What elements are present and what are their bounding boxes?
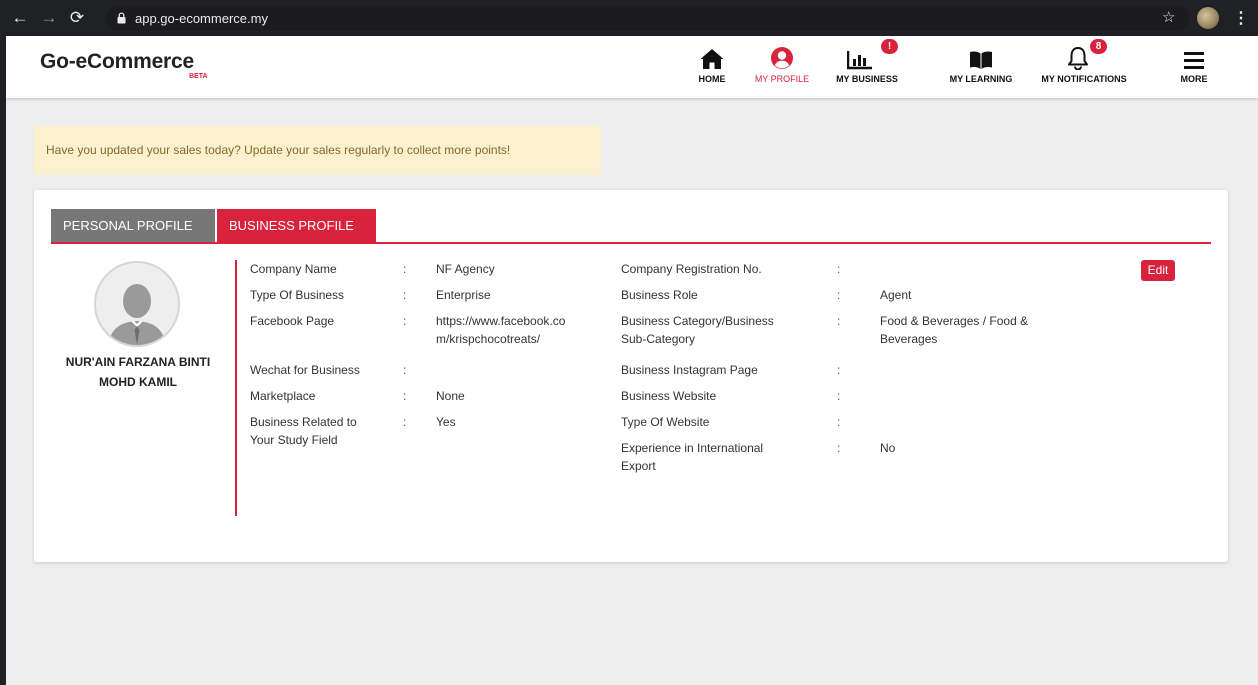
user-name-line2: MOHD KAMIL <box>99 375 177 389</box>
business-badge: ! <box>881 39 898 54</box>
nav-home[interactable]: HOME <box>696 42 728 84</box>
colon: : <box>837 314 841 328</box>
colon: : <box>403 415 407 429</box>
colon: : <box>837 288 841 302</box>
nav-more-label: MORE <box>1180 74 1208 84</box>
nav-home-label: HOME <box>698 74 726 84</box>
colon: : <box>837 415 841 429</box>
colon: : <box>403 389 407 403</box>
address-bar[interactable]: app.go-ecommerce.my <box>105 6 1189 31</box>
business-category-label: Business Category/Business Sub-Category <box>621 312 774 348</box>
business-category-label-line2: Sub-Category <box>621 332 696 346</box>
related-study-label-line2: Your Study Field <box>250 433 338 447</box>
type-of-business-value: Enterprise <box>436 288 491 302</box>
colon: : <box>403 288 407 302</box>
type-of-website-label: Type Of Website <box>621 415 710 429</box>
related-study-label-line1: Business Related to <box>250 415 357 429</box>
wechat-label: Wechat for Business <box>250 363 360 377</box>
related-study-label: Business Related to Your Study Field <box>250 413 357 449</box>
facebook-page-label: Facebook Page <box>250 314 335 328</box>
bell-icon <box>1068 47 1088 70</box>
colon: : <box>403 314 407 328</box>
user-full-name: NUR'AIN FARZANA BINTI MOHD KAMIL <box>54 352 222 392</box>
facebook-page-value-line1: https://www.facebook.co <box>436 314 566 328</box>
profile-card: PERSONAL PROFILE BUSINESS PROFILE NUR'AI… <box>34 190 1228 562</box>
company-name-label: Company Name <box>250 262 337 276</box>
business-website-label: Business Website <box>621 389 717 403</box>
instagram-label: Business Instagram Page <box>621 363 758 377</box>
colon: : <box>403 363 407 377</box>
app-logo[interactable]: Go-eCommerce <box>40 50 194 74</box>
reload-icon[interactable]: ⟳ <box>67 8 87 28</box>
colon: : <box>403 262 407 276</box>
forward-arrow-icon[interactable]: → <box>39 8 59 28</box>
export-experience-label-line1: Experience in International <box>621 441 764 455</box>
avatar <box>94 261 180 347</box>
app-viewport: Go-eCommerce BETA HOME MY PROFILE ! MY B… <box>6 36 1258 685</box>
profile-avatar-icon[interactable] <box>1197 7 1219 29</box>
hamburger-icon <box>1184 52 1204 69</box>
registration-no-label: Company Registration No. <box>621 262 762 276</box>
business-category-value-line1: Food & Beverages / Food & <box>880 314 1029 328</box>
user-name-line1: NUR'AIN FARZANA BINTI <box>65 355 211 369</box>
bookmark-star-icon[interactable]: ☆ <box>1162 8 1175 26</box>
business-category-value-line2: Beverages <box>880 332 938 346</box>
edit-button[interactable]: Edit <box>1141 260 1175 281</box>
home-icon <box>700 49 724 69</box>
colon: : <box>837 262 841 276</box>
lock-icon <box>117 12 126 24</box>
nav-my-profile-label: MY PROFILE <box>754 74 810 84</box>
user-circle-icon <box>771 47 793 69</box>
marketplace-value: None <box>436 389 465 403</box>
back-arrow-icon[interactable]: ← <box>10 8 30 28</box>
beta-tag: BETA <box>189 73 208 80</box>
nav-my-learning-label: MY LEARNING <box>949 74 1013 84</box>
colon: : <box>837 389 841 403</box>
browser-toolbar: ← → ⟳ app.go-ecommerce.my ☆ ⋮ <box>0 0 1258 36</box>
tab-business-profile[interactable]: BUSINESS PROFILE <box>217 209 376 243</box>
browser-menu-icon[interactable]: ⋮ <box>1233 8 1249 28</box>
nav-my-business[interactable]: ! MY BUSINESS <box>833 39 901 84</box>
user-silhouette-icon <box>108 284 166 345</box>
url-text: app.go-ecommerce.my <box>135 11 268 26</box>
nav-more[interactable]: MORE <box>1178 42 1210 84</box>
related-study-value: Yes <box>436 415 456 429</box>
company-name-value: NF Agency <box>436 262 495 276</box>
nav-my-notifications-label: MY NOTIFICATIONS <box>1041 74 1127 84</box>
business-category-value: Food & Beverages / Food & Beverages <box>880 312 1028 348</box>
bar-chart-icon <box>847 51 872 70</box>
nav-my-notifications[interactable]: 8 MY NOTIFICATIONS <box>1039 39 1129 84</box>
notifications-badge: 8 <box>1090 39 1107 54</box>
nav-my-profile[interactable]: MY PROFILE <box>752 42 812 84</box>
app-header: Go-eCommerce BETA HOME MY PROFILE ! MY B… <box>6 36 1258 98</box>
facebook-page-value-line2: m/krispchocotreats/ <box>436 332 541 346</box>
colon: : <box>837 363 841 377</box>
export-experience-label-line2: Export <box>621 459 656 473</box>
business-category-label-line1: Business Category/Business <box>621 314 774 328</box>
facebook-page-value[interactable]: https://www.facebook.co m/krispchocotrea… <box>436 312 565 348</box>
vertical-divider <box>235 260 237 516</box>
export-experience-value: No <box>880 441 896 455</box>
marketplace-label: Marketplace <box>250 389 316 403</box>
tab-personal-profile[interactable]: PERSONAL PROFILE <box>51 209 215 243</box>
nav-my-learning[interactable]: MY LEARNING <box>946 42 1016 84</box>
export-experience-label: Experience in International Export <box>621 439 763 475</box>
business-role-label: Business Role <box>621 288 698 302</box>
sales-reminder-alert: Have you updated your sales today? Updat… <box>34 126 601 175</box>
tab-underline <box>51 242 1211 244</box>
nav-my-business-label: MY BUSINESS <box>836 74 898 84</box>
book-icon <box>970 51 992 69</box>
colon: : <box>837 441 841 455</box>
business-role-value: Agent <box>880 288 912 302</box>
type-of-business-label: Type Of Business <box>250 288 345 302</box>
